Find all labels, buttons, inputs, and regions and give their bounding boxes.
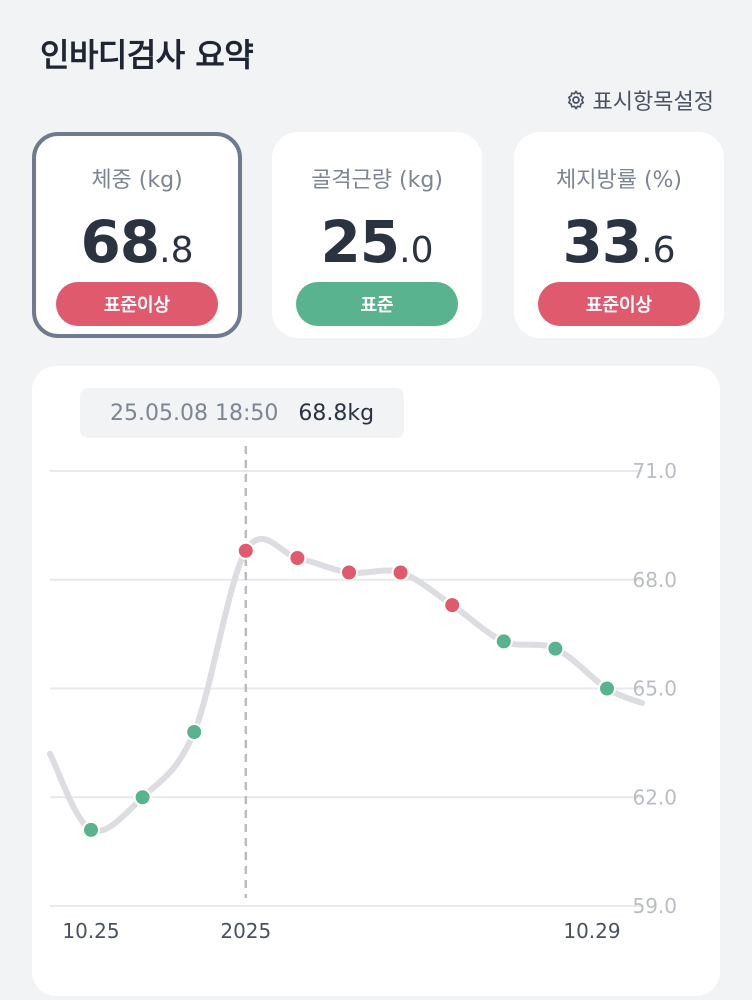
data-point xyxy=(598,679,616,698)
data-point xyxy=(546,639,565,658)
y-tick-label: 62.0 xyxy=(632,785,677,809)
status-badge: 표준이상 xyxy=(56,282,218,326)
chart-canvas[interactable]: 71.0 68.0 65.0 62.0 59.0 10.25 2025 10.29 xyxy=(32,366,720,996)
y-tick-label: 59.0 xyxy=(632,894,677,918)
x-tick-label: 10.25 xyxy=(62,919,119,943)
display-settings-button[interactable]: 표시항목설정 xyxy=(565,84,714,116)
status-badge: 표준이상 xyxy=(538,282,700,326)
data-point xyxy=(494,632,513,651)
settings-label: 표시항목설정 xyxy=(592,90,714,115)
metric-label: 골격근량 (kg) xyxy=(311,168,443,193)
metric-value: 33.6 xyxy=(562,208,676,276)
x-tick-label: 2025 xyxy=(220,919,271,943)
series-line xyxy=(47,535,645,835)
data-point xyxy=(185,723,204,741)
chart-tooltip: 25.05.08 18:50 68.8kg xyxy=(80,388,405,438)
x-tick-label: 10.29 xyxy=(563,919,620,943)
metric-value: 68.8 xyxy=(80,208,194,276)
y-tick-label: 65.0 xyxy=(632,677,677,701)
data-point xyxy=(391,563,410,582)
data-point xyxy=(133,788,152,807)
status-badge: 표준 xyxy=(296,282,458,326)
y-tick-label: 71.0 xyxy=(632,459,677,483)
skeletal-muscle-card[interactable]: 골격근량 (kg) 25.0 표준 xyxy=(272,132,482,338)
metric-label: 체중 (kg) xyxy=(91,168,183,193)
page-title: 인바디검사 요약 xyxy=(40,36,254,74)
body-fat-card[interactable]: 체지방률 (%) 33.6 표준이상 xyxy=(514,132,724,338)
metric-label: 체지방률 (%) xyxy=(555,168,683,193)
data-point xyxy=(82,820,100,839)
data-point xyxy=(288,549,307,567)
weight-card[interactable]: 체중 (kg) 68.8 표준이상 xyxy=(32,132,242,338)
data-point xyxy=(236,541,255,560)
data-point xyxy=(340,563,358,582)
metric-value: 25.0 xyxy=(320,208,434,276)
tooltip-value: 68.8kg xyxy=(298,400,375,426)
y-tick-label: 68.0 xyxy=(632,568,677,592)
data-point xyxy=(443,596,462,615)
tooltip-date: 25.05.08 18:50 xyxy=(110,400,279,426)
weight-chart[interactable]: 71.0 68.0 65.0 62.0 59.0 10.25 2025 10.29 25.05… xyxy=(32,366,720,996)
gear-icon xyxy=(567,90,584,110)
